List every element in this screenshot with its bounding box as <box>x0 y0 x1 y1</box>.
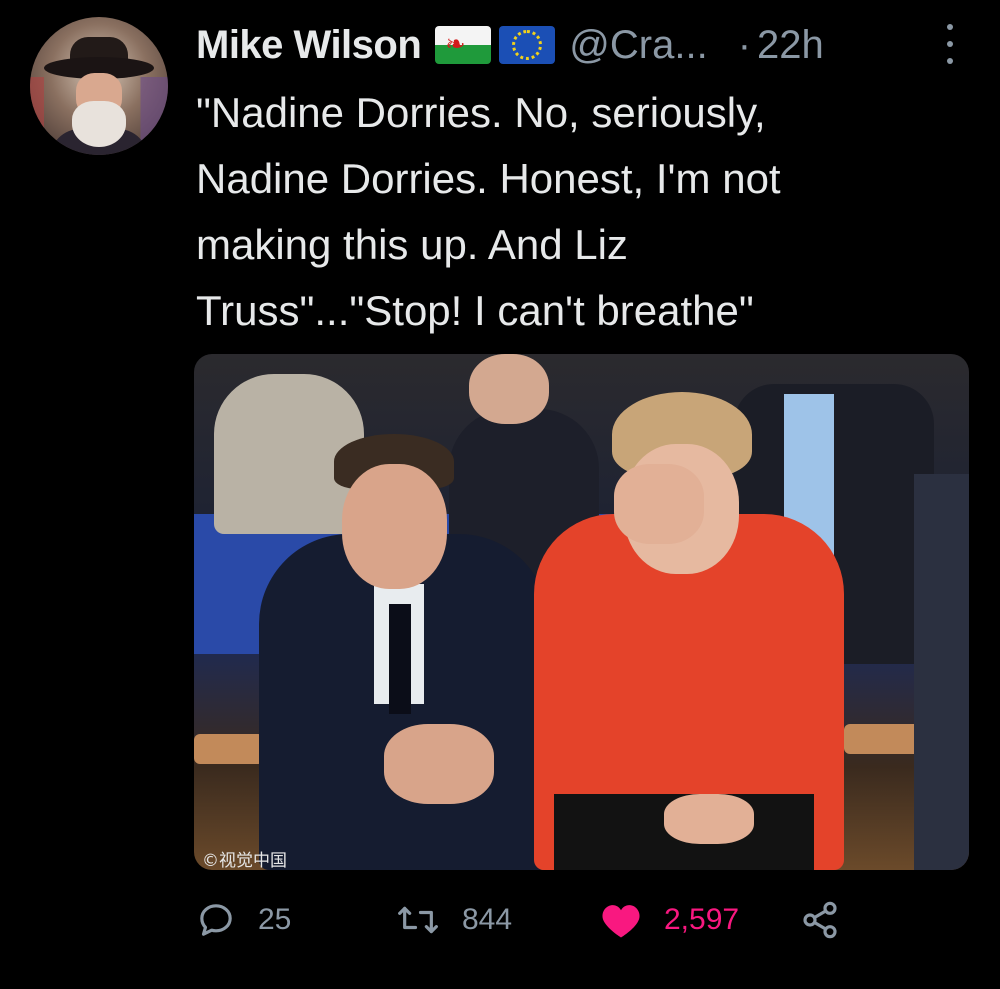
more-dot <box>947 41 953 47</box>
photo-background-face <box>469 354 549 424</box>
reply-icon <box>200 904 232 936</box>
more-dot <box>947 24 953 30</box>
avatar[interactable] <box>30 17 168 155</box>
like-button[interactable]: 2,597 <box>600 895 739 945</box>
photo-man-tie <box>389 604 411 714</box>
eu-stars-icon <box>512 30 543 60</box>
photo-chair <box>194 734 264 764</box>
wales-flag-icon: ❧ <box>435 26 492 64</box>
separator-dot: · <box>737 22 752 67</box>
retweet-icon <box>398 906 438 934</box>
author-handle[interactable]: @Cra... <box>569 23 707 68</box>
photo-watermark: ©视觉中国 <box>202 851 287 870</box>
tweet-text-line: "Nadine Dorries. No, seriously, <box>196 89 766 136</box>
photo-man-hands <box>384 724 494 804</box>
tweet-text: "Nadine Dorries. No, seriously, Nadine D… <box>196 80 956 344</box>
more-options-icon[interactable] <box>940 24 960 64</box>
photo-woman-hands <box>664 794 754 844</box>
photo-woman-hand <box>614 464 704 544</box>
timestamp[interactable]: 22h <box>757 23 824 68</box>
reply-count: 25 <box>258 903 292 936</box>
eu-flag-icon <box>499 26 556 64</box>
tweet-actions: 25 844 2,597 <box>196 895 956 945</box>
retweet-button[interactable]: 844 <box>396 895 512 945</box>
dragon-icon: ❧ <box>445 31 466 58</box>
tweet-text-line: making this up. And Liz <box>196 221 628 268</box>
share-button[interactable] <box>800 895 840 945</box>
heart-icon <box>602 905 640 938</box>
more-dot <box>947 58 953 64</box>
tweet-photo[interactable]: ©视觉中国 <box>194 354 969 870</box>
photo-chair <box>844 724 924 754</box>
tweet-text-line: Truss"..."Stop! I can't breathe" <box>196 287 754 334</box>
like-count: 2,597 <box>664 903 740 936</box>
avatar-beard <box>72 101 126 147</box>
photo-man-face <box>342 464 447 589</box>
tweet-header: Mike Wilson ❧ @Cra... · 22h <box>196 20 824 70</box>
tweet-text-line: Nadine Dorries. Honest, I'm not <box>196 155 781 202</box>
retweet-count: 844 <box>462 903 513 936</box>
tweet[interactable]: Mike Wilson ❧ @Cra... · 22h "Nadine Dorr… <box>0 0 1000 989</box>
photo-background-person <box>914 474 969 870</box>
author-name[interactable]: Mike Wilson <box>196 23 422 68</box>
share-icon <box>803 901 837 939</box>
reply-button[interactable]: 25 <box>196 895 291 945</box>
